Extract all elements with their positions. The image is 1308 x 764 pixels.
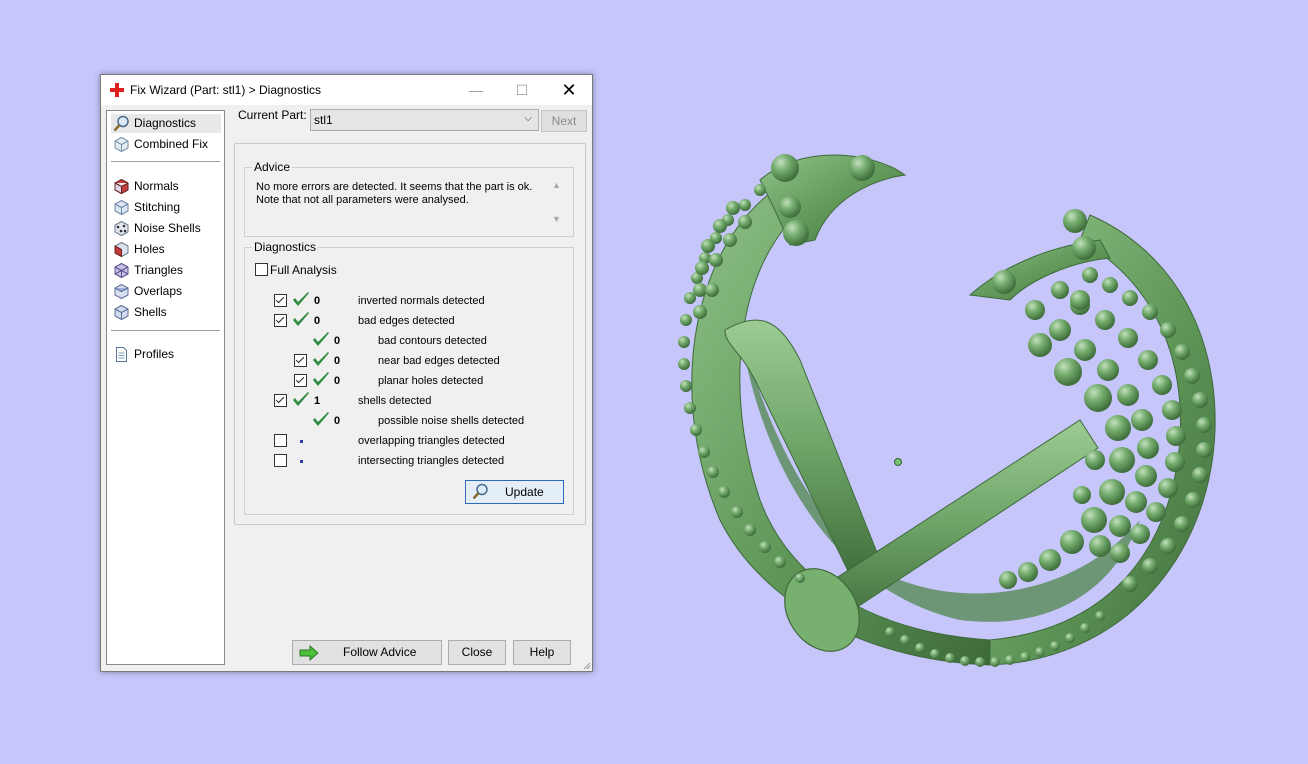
diagnostic-label: bad edges detected xyxy=(358,315,455,327)
cube-icon xyxy=(114,136,129,153)
checkmark-icon xyxy=(293,392,309,406)
stitching-cube-icon xyxy=(114,199,129,216)
diagnostic-row: 0 near bad edges detected xyxy=(101,351,500,371)
close-window-button[interactable]: ✕ xyxy=(546,75,592,105)
diagnostic-count: 0 xyxy=(314,295,321,307)
sidebar-item-combined-fix[interactable]: Combined Fix xyxy=(111,135,221,154)
sidebar-item-label: Triangles xyxy=(134,263,183,277)
diagnostic-label: near bad edges detected xyxy=(378,355,500,367)
diagnostic-label: planar holes detected xyxy=(378,375,484,387)
diagnostic-row: 0 possible noise shells detected xyxy=(101,411,524,431)
diagnostic-checkbox[interactable] xyxy=(294,354,307,367)
diagnostic-checkbox[interactable] xyxy=(274,294,287,307)
diagnostic-row: overlapping triangles detected xyxy=(101,431,505,451)
diagnostic-row: 0 bad contours detected xyxy=(101,331,487,351)
advice-text: No more errors are detected. It seems th… xyxy=(256,181,546,207)
diagnostic-count: 0 xyxy=(334,355,341,367)
checkmark-icon xyxy=(313,372,329,386)
next-button[interactable]: Next xyxy=(541,110,587,132)
close-button[interactable]: Close xyxy=(448,640,506,665)
scroll-down-icon[interactable]: ▼ xyxy=(552,214,561,224)
sidebar-item-label: Combined Fix xyxy=(134,137,209,151)
sidebar-item-label: Stitching xyxy=(134,200,181,214)
window-title: Fix Wizard (Part: stl1) > Diagnostics xyxy=(130,83,322,97)
diagnostic-label: shells detected xyxy=(358,395,432,407)
diagnostic-row: 0 planar holes detected xyxy=(101,371,483,391)
magnifier-icon xyxy=(472,483,488,500)
update-button[interactable]: Update xyxy=(465,480,564,504)
checkmark-icon xyxy=(313,352,329,366)
diagnostic-checkbox[interactable] xyxy=(294,374,307,387)
normals-cube-icon xyxy=(114,178,129,195)
pivot-point-icon xyxy=(894,458,902,466)
diagnostic-row: 1 shells detected xyxy=(101,391,451,411)
advice-line: No more errors are detected. It seems th… xyxy=(256,181,533,193)
checkmark-icon xyxy=(313,332,329,346)
help-button[interactable]: Help xyxy=(513,640,571,665)
sidebar-item-diagnostics[interactable]: Diagnostics xyxy=(111,114,221,133)
full-analysis-label: Full Analysis xyxy=(270,263,337,277)
sidebar-item-normals[interactable]: Normals xyxy=(111,177,221,196)
diagnostic-label: inverted normals detected xyxy=(358,295,485,307)
advice-legend: Advice xyxy=(252,160,293,174)
diagnostic-label: possible noise shells detected xyxy=(378,415,525,427)
diagnostic-label: intersecting triangles detected xyxy=(358,455,505,467)
diagnostic-checkbox[interactable] xyxy=(274,394,287,407)
full-analysis-checkbox[interactable] xyxy=(255,263,268,276)
sidebar-item-label: Normals xyxy=(134,179,179,193)
current-part-select[interactable]: stl1 ⌵ xyxy=(310,109,539,131)
follow-advice-button[interactable]: Follow Advice xyxy=(292,640,442,665)
checkmark-icon xyxy=(293,292,309,306)
diagnostic-checkbox[interactable] xyxy=(274,434,287,447)
magnifier-icon xyxy=(113,115,129,132)
not-analysed-dot-icon xyxy=(300,460,303,463)
red-cross-icon xyxy=(110,83,124,97)
fix-wizard-dialog: Fix Wizard (Part: stl1) > Diagnostics — … xyxy=(100,74,593,672)
diagnostic-row: 0 inverted normals detected xyxy=(101,291,485,311)
advice-group: Advice No more errors are detected. It s… xyxy=(244,160,574,237)
advice-line: Note that not all parameters were analys… xyxy=(256,194,469,206)
sidebar-item-label: Holes xyxy=(134,242,165,256)
noise-shells-icon xyxy=(114,220,129,237)
maximize-button[interactable]: ☐ xyxy=(499,75,545,105)
scroll-up-icon[interactable]: ▲ xyxy=(552,180,561,190)
chevron-down-icon: ⌵ xyxy=(524,113,532,124)
not-analysed-dot-icon xyxy=(300,440,303,443)
advice-scrollbar[interactable]: ▲ ▼ xyxy=(550,180,564,228)
diagnostic-checkbox[interactable] xyxy=(274,314,287,327)
checkmark-icon xyxy=(293,312,309,326)
diagnostic-count: 0 xyxy=(334,335,341,347)
diagnostic-count: 0 xyxy=(334,415,341,427)
follow-advice-label: Follow Advice xyxy=(343,645,417,659)
diagnostic-count: 0 xyxy=(334,375,341,387)
current-part-label: Current Part: xyxy=(238,108,307,122)
update-label: Update xyxy=(505,485,544,499)
checkmark-icon xyxy=(313,412,329,426)
triangles-icon xyxy=(114,262,129,279)
sidebar-item-triangles[interactable]: Triangles xyxy=(111,261,221,280)
sidebar-item-label: Noise Shells xyxy=(134,221,201,235)
diagnostic-label: bad contours detected xyxy=(378,335,487,347)
sidebar-item-stitching[interactable]: Stitching xyxy=(111,198,221,217)
sidebar-item-holes[interactable]: Holes xyxy=(111,240,221,259)
resize-grip-icon[interactable] xyxy=(581,660,591,670)
sidebar-item-noise-shells[interactable]: Noise Shells xyxy=(111,219,221,238)
diagnostic-checkbox[interactable] xyxy=(274,454,287,467)
minimize-button[interactable]: — xyxy=(453,75,499,105)
diagnostic-row: 0 bad edges detected xyxy=(101,311,455,331)
diagnostic-row: intersecting triangles detected xyxy=(101,451,504,471)
diagnostic-label: overlapping triangles detected xyxy=(358,435,505,447)
diagnostic-count: 1 xyxy=(314,395,321,407)
current-part-value: stl1 xyxy=(314,113,333,127)
green-arrow-icon xyxy=(299,645,319,661)
sidebar-item-label: Diagnostics xyxy=(134,116,197,130)
sidebar-divider xyxy=(111,161,220,162)
diagnostic-count: 0 xyxy=(314,315,321,327)
diagnostics-legend: Diagnostics xyxy=(252,240,319,254)
title-bar[interactable]: Fix Wizard (Part: stl1) > Diagnostics — … xyxy=(101,75,592,105)
holes-cube-icon xyxy=(114,241,129,258)
